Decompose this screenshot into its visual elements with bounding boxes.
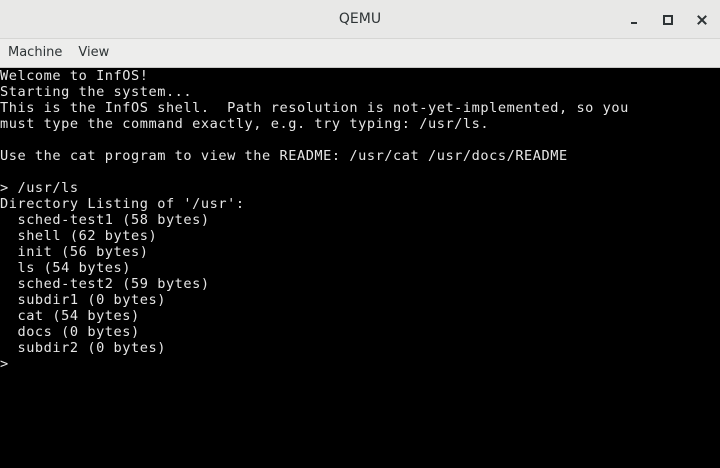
- menu-view[interactable]: View: [70, 39, 117, 67]
- close-button[interactable]: [690, 8, 714, 32]
- maximize-icon: [663, 15, 673, 25]
- console-prompt: >: [0, 356, 9, 372]
- console-line: sched-test2 (59 bytes): [0, 276, 210, 292]
- console-line: init (56 bytes): [0, 244, 149, 260]
- console-line: sched-test1 (58 bytes): [0, 212, 210, 228]
- window-title: QEMU: [338, 11, 382, 27]
- console-line: ls (54 bytes): [0, 260, 132, 276]
- console-line: must type the command exactly, e.g. try …: [0, 116, 490, 132]
- minimize-icon: [631, 22, 637, 24]
- qemu-window: QEMU Machine View Welcome to InfOS! Star…: [0, 0, 720, 468]
- console-line: subdir1 (0 bytes): [0, 292, 166, 308]
- console-line: Starting the system...: [0, 84, 193, 100]
- console-line: docs (0 bytes): [0, 324, 140, 340]
- guest-console[interactable]: Welcome to InfOS! Starting the system...…: [0, 68, 720, 468]
- console-line: subdir2 (0 bytes): [0, 340, 166, 356]
- close-icon: [697, 15, 707, 25]
- console-line: Use the cat program to view the README: …: [0, 148, 568, 164]
- console-line: cat (54 bytes): [0, 308, 140, 324]
- titlebar[interactable]: QEMU: [0, 0, 720, 39]
- console-line: > /usr/ls: [0, 180, 79, 196]
- minimize-button[interactable]: [622, 8, 646, 32]
- console-line: shell (62 bytes): [0, 228, 158, 244]
- console-line: This is the InfOS shell. Path resolution…: [0, 100, 629, 116]
- menubar: Machine View: [0, 39, 720, 68]
- console-line: Directory Listing of '/usr':: [0, 196, 245, 212]
- maximize-button[interactable]: [656, 8, 680, 32]
- console-line: Welcome to InfOS!: [0, 68, 149, 84]
- menu-machine[interactable]: Machine: [0, 39, 70, 67]
- console-output: Welcome to InfOS! Starting the system...…: [0, 68, 629, 372]
